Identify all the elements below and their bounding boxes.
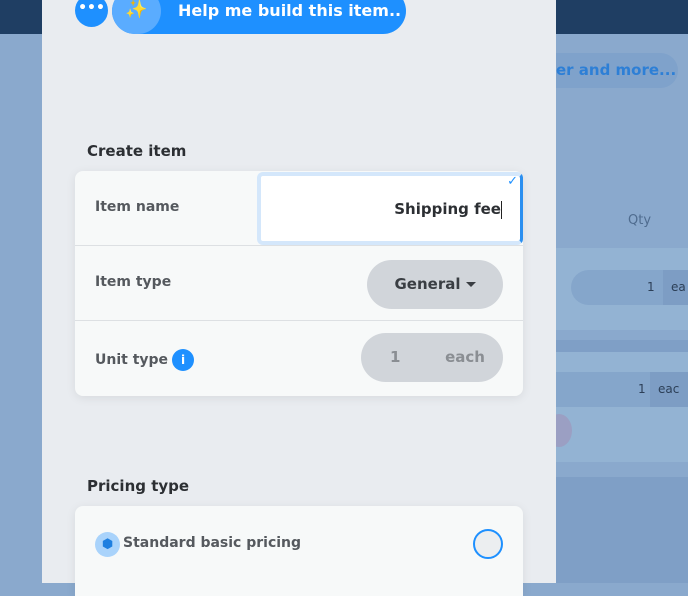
item-type-row: Item type General <box>75 246 523 321</box>
item-type-select[interactable]: General <box>367 260 503 309</box>
background-footer <box>556 477 688 583</box>
check-icon: ✓ <box>507 174 518 189</box>
caret-down-icon <box>465 282 476 287</box>
cube-icon: ⬢ <box>95 532 120 557</box>
background-divider <box>556 340 688 352</box>
background-qty: 1 <box>647 280 655 294</box>
background-qty-stepper: 1 ea <box>571 270 688 305</box>
unit-quantity: 1 <box>390 348 401 366</box>
unit-type-stepper[interactable]: 1 each <box>361 333 503 382</box>
item-type-value: General <box>394 275 461 293</box>
qty-column-header: Qty <box>628 213 652 228</box>
item-name-row: Item name Shipping fee ✓ <box>75 171 523 246</box>
info-icon[interactable]: i <box>172 349 195 371</box>
background-unit: ea <box>663 270 688 305</box>
create-item-heading: Create item <box>87 142 187 160</box>
create-item-card: Item name Shipping fee ✓ Item type Gener… <box>75 171 523 396</box>
pricing-option-label: Standard basic pricing <box>123 535 302 551</box>
item-name-input[interactable]: Shipping fee ✓ <box>257 172 523 245</box>
pricing-option-radio[interactable] <box>473 529 503 559</box>
unit-type-text: Unit type <box>95 352 169 368</box>
background-qty: 1 <box>638 382 646 396</box>
help-build-item-label: Help me build this item.. <box>178 1 402 20</box>
text-cursor <box>501 200 502 219</box>
background-qty-stepper: 1 eac <box>556 372 688 407</box>
item-type-label: Item type <box>95 274 172 290</box>
background-row: 1 eac <box>546 352 688 462</box>
help-build-item-button[interactable]: ✨ Help me build this item.. <box>112 0 406 34</box>
unit-type-label: Unit type i <box>95 349 195 371</box>
item-name-label: Item name <box>95 199 180 215</box>
more-horizontal-icon: ••• <box>78 0 105 16</box>
unit-type-row: Unit type i 1 each <box>75 321 523 396</box>
item-name-value: Shipping fee <box>394 200 501 218</box>
pricing-type-heading: Pricing type <box>87 477 190 495</box>
background-unit: eac <box>650 372 688 407</box>
unit-name: each <box>445 348 485 366</box>
pricing-option-standard[interactable]: ⬢ Standard basic pricing <box>75 506 523 581</box>
background-row: 1 ea <box>556 248 688 330</box>
